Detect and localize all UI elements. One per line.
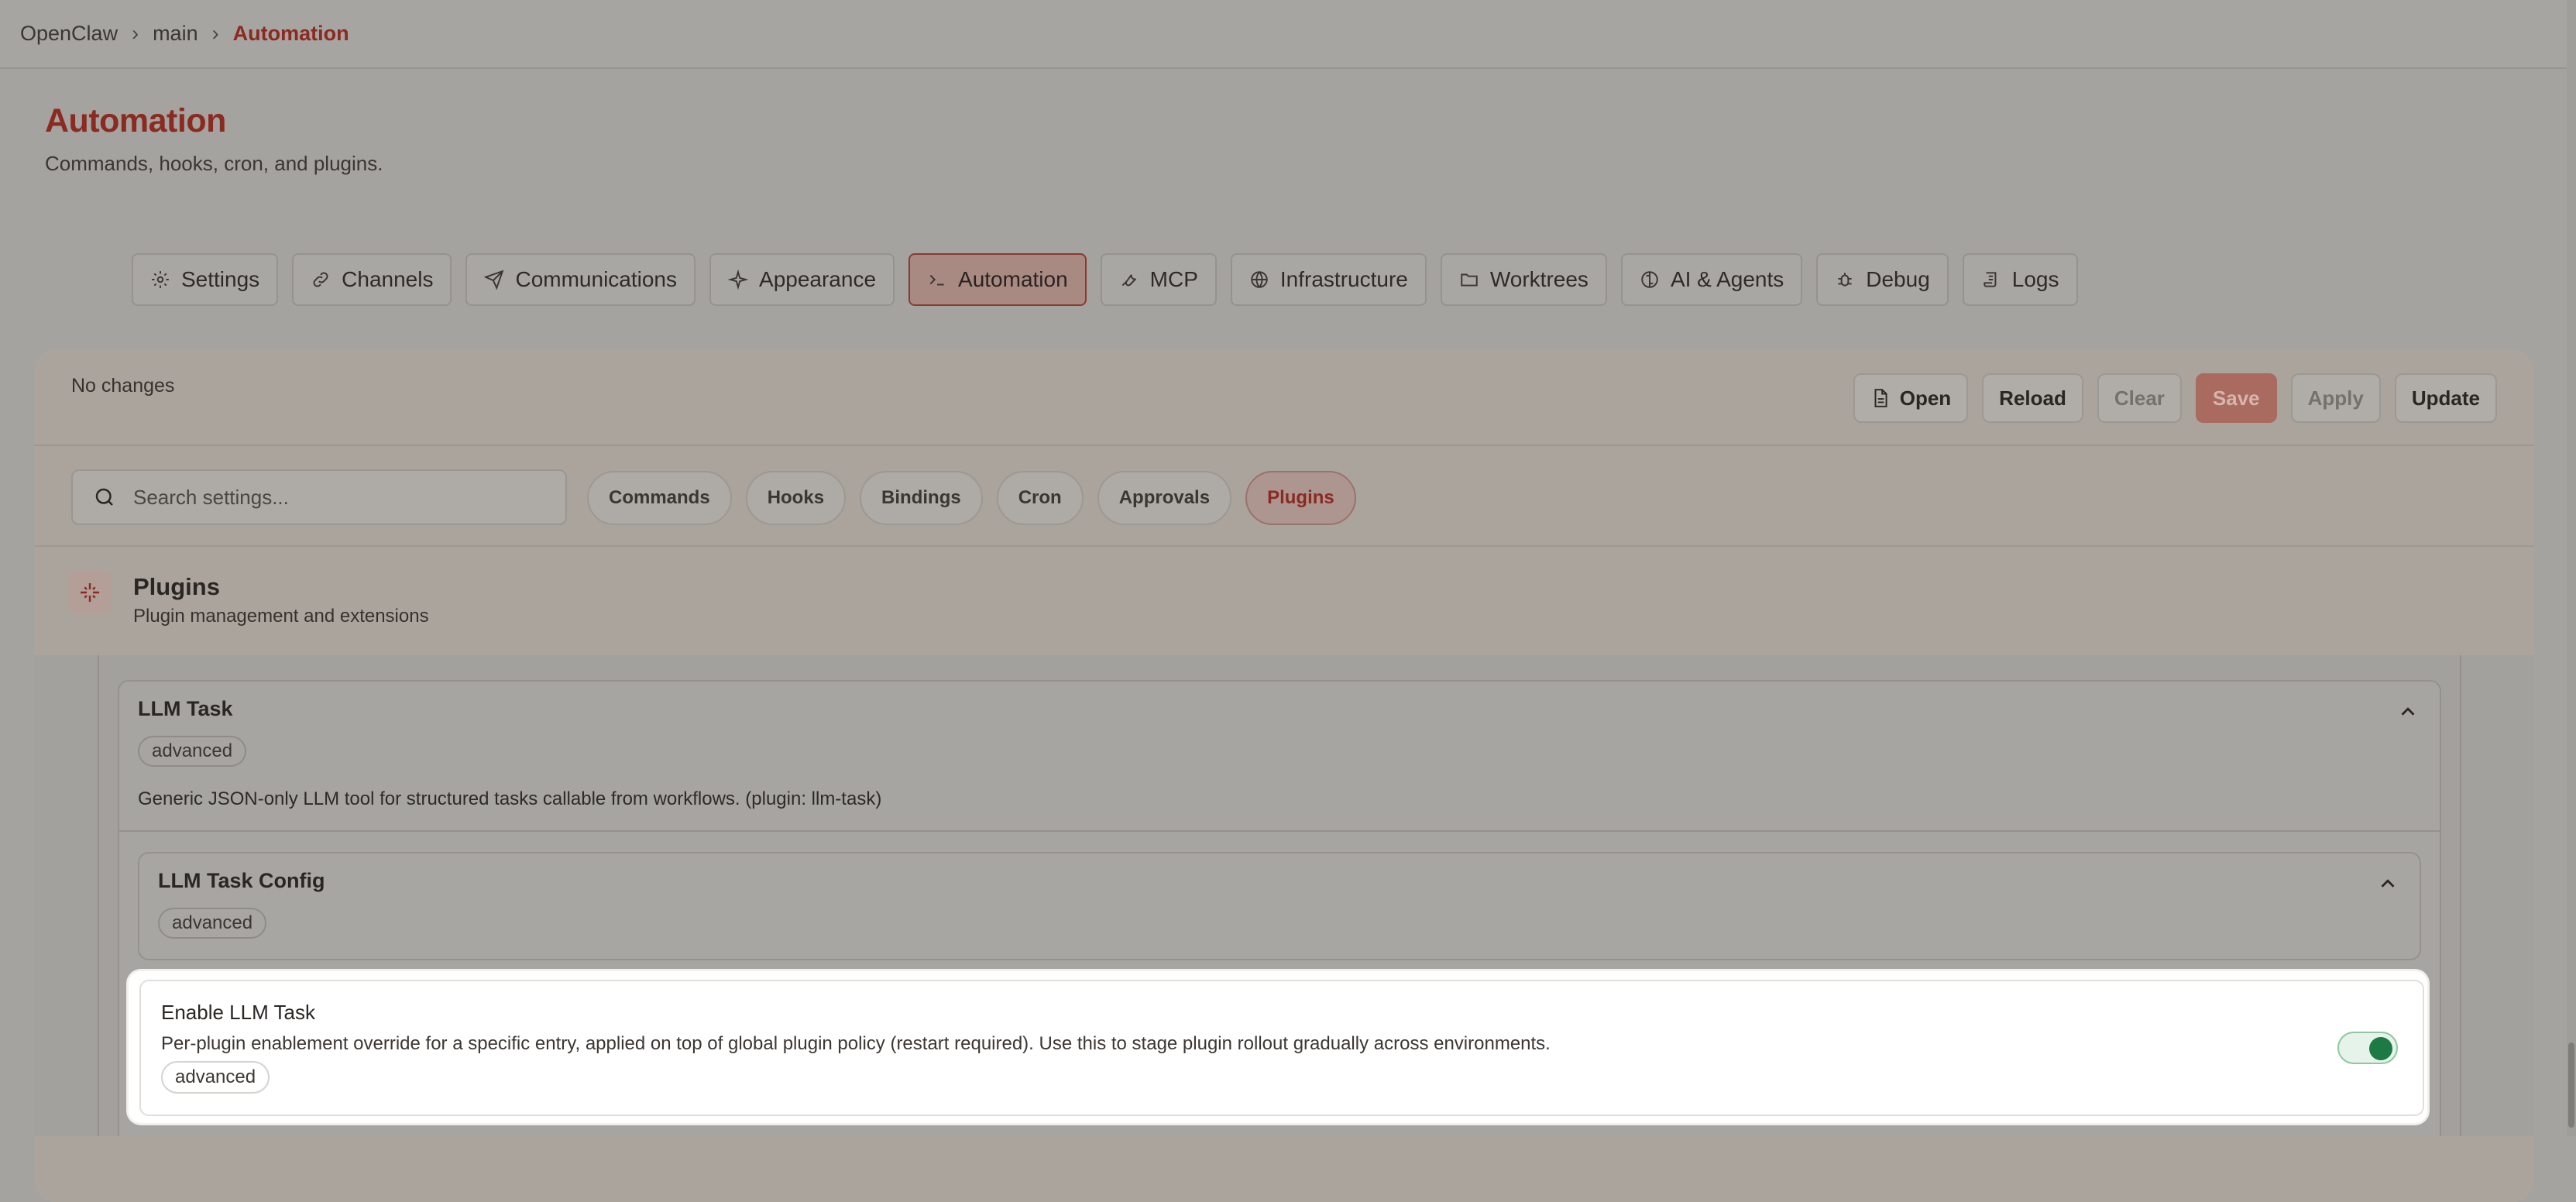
llm-task-config-title[interactable]: LLM Task Config [158,869,325,893]
clear-button[interactable]: Clear [2097,373,2182,423]
tab-label: Settings [181,267,260,291]
tab-appearance[interactable]: Appearance [709,253,895,306]
divider [34,545,2534,547]
llm-task-config-card [138,852,2421,960]
reload-button[interactable]: Reload [1982,373,2083,423]
tab-automation[interactable]: Automation [908,253,1087,306]
breadcrumb-root[interactable]: OpenClaw [20,22,118,46]
tab-label: MCP [1149,267,1198,291]
scrollbar-track[interactable] [2567,0,2576,1136]
apply-button[interactable]: Apply [2290,373,2381,423]
section-subtitle: Plugin management and extensions [133,606,429,627]
update-button[interactable]: Update [2394,373,2497,423]
divider [118,830,2441,832]
breadcrumb: OpenClaw › main › Automation [20,22,349,46]
tab-logs[interactable]: Logs [1962,253,2078,306]
search-box[interactable] [71,469,567,525]
tab-label: Channels [342,267,434,291]
tab-label: Debug [1866,267,1930,291]
filter-chips: Commands Hooks Bindings Cron Approvals P… [587,471,1356,525]
filter-bindings[interactable]: Bindings [860,471,983,525]
plugins-section-icon [68,571,112,614]
breadcrumb-current: Automation [232,22,349,45]
tab-settings[interactable]: Settings [132,253,279,306]
filter-cron[interactable]: Cron [996,471,1084,525]
field-title: Enable LLM Task [161,1001,315,1024]
enable-llm-task-toggle[interactable] [2337,1032,2398,1064]
tab-label: Communications [515,267,678,291]
tab-label: Worktrees [1489,267,1589,291]
llm-task-badge: advanced [138,736,247,767]
tab-ai-agents[interactable]: AI & Agents [1620,253,1803,306]
bug-icon [1838,273,1852,287]
open-button[interactable]: Open [1853,373,1969,423]
sparkle-icon [728,270,749,290]
breadcrumb-separator: › [211,22,219,45]
top-bar: OpenClaw › main › Automation [0,0,2567,69]
file-icon [1874,389,1887,407]
llm-task-description: Generic JSON-only LLM tool for structure… [138,788,882,809]
scrollbar-thumb[interactable] [2568,1042,2574,1128]
terminal-icon [929,274,944,286]
tab-worktrees[interactable]: Worktrees [1440,253,1607,306]
gear-icon [152,271,169,288]
section-tabs: Settings Channels Communications Appeara… [132,253,2078,306]
tab-label: Appearance [759,267,877,291]
change-status: No changes [71,375,175,397]
folder-icon [1461,273,1478,287]
tab-label: Logs [2011,267,2059,291]
tab-label: Automation [958,267,1068,291]
chevron-up-icon[interactable] [2376,872,2399,895]
chevron-up-icon[interactable] [2396,700,2420,723]
section-title: Plugins [133,573,220,600]
field-badge: advanced [161,1061,270,1094]
breadcrumb-separator: › [132,22,139,45]
sparkle-icon [81,583,99,602]
breadcrumb-branch[interactable]: main [153,22,198,46]
send-icon [484,270,504,290]
tab-label: Infrastructure [1279,267,1408,291]
scroll-icon [1984,272,1997,287]
filter-commands[interactable]: Commands [587,471,732,525]
open-label: Open [1899,386,1952,410]
divider [34,445,2534,446]
search-input[interactable] [132,484,519,510]
filter-hooks[interactable]: Hooks [745,471,847,525]
search-icon [95,488,113,506]
brain-icon [1641,271,1658,288]
toggle-knob [2369,1037,2392,1060]
wrench-icon [1121,274,1136,287]
filter-approvals[interactable]: Approvals [1097,471,1232,525]
filter-plugins[interactable]: Plugins [1245,471,1356,525]
globe-icon [1251,271,1268,288]
tab-infrastructure[interactable]: Infrastructure [1230,253,1427,306]
page-title: Automation [45,102,226,139]
llm-task-title[interactable]: LLM Task [138,697,233,721]
field-description: Per-plugin enablement override for a spe… [161,1033,1551,1054]
tab-label: AI & Agents [1670,267,1784,291]
tab-debug[interactable]: Debug [1816,253,1949,306]
llm-task-config-badge: advanced [158,908,267,939]
link-icon [313,272,328,287]
save-button[interactable]: Save [2195,373,2277,423]
action-bar: Open Reload Clear Save Apply Update [1853,373,2497,423]
tab-communications[interactable]: Communications [465,253,696,306]
tab-channels[interactable]: Channels [292,253,452,306]
page-subtitle: Commands, hooks, cron, and plugins. [45,152,383,175]
tab-mcp[interactable]: MCP [1100,253,1217,306]
